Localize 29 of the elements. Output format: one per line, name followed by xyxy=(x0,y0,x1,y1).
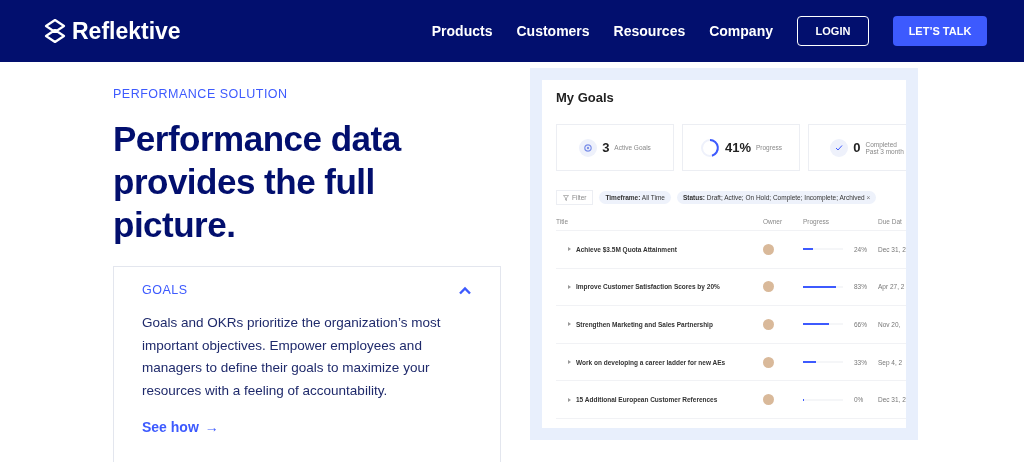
avatar xyxy=(763,356,774,368)
nav-link[interactable]: Resources xyxy=(613,23,686,39)
avatar xyxy=(763,281,774,293)
description-text: Goals and OKRs prioritize the organization’s most important objectives. Empower employees and managers to define their goals to maximize your resources with a feeling of accountability. xyxy=(142,314,442,400)
avatar xyxy=(763,394,774,406)
avatar xyxy=(763,319,774,330)
accordion-header[interactable]: GOALS xyxy=(142,283,472,297)
avatar xyxy=(763,243,774,255)
filter-icon xyxy=(563,194,569,201)
target-icon xyxy=(579,138,598,157)
card-title: My Goals xyxy=(556,90,615,105)
caret-icon xyxy=(568,360,571,365)
see-how-link[interactable]: See how → xyxy=(142,419,219,435)
chevron-icon xyxy=(458,285,472,295)
nav-link[interactable]: Company xyxy=(709,23,773,39)
nav-link[interactable]: Customers xyxy=(516,23,590,39)
caret-icon xyxy=(568,322,571,327)
eyebrow-label: PERFORMANCE SOLUTION xyxy=(113,87,289,101)
lets-talk-button[interactable]: LET’S TALK xyxy=(893,16,987,46)
progress-ring-icon xyxy=(699,137,720,158)
login-button[interactable]: LOGIN xyxy=(797,16,869,46)
logo-icon xyxy=(44,19,66,43)
caret-icon xyxy=(568,247,571,252)
headline: Performance data provides the full picture. xyxy=(113,118,403,246)
check-icon xyxy=(830,138,849,157)
brand-name: Reflektive xyxy=(72,17,181,45)
caret-icon xyxy=(568,284,571,289)
nav-link[interactable]: Products xyxy=(431,23,493,39)
caret-icon xyxy=(568,397,571,402)
